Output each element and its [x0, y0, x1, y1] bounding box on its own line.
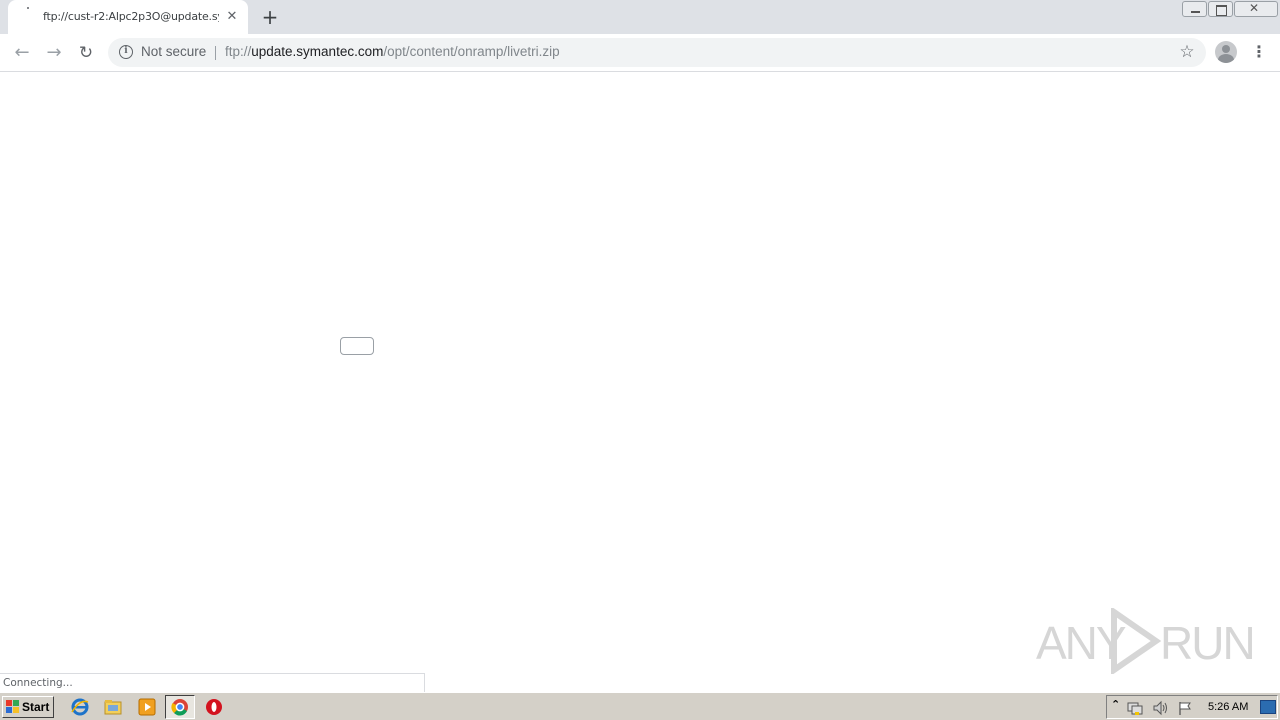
browser-tab[interactable]: ftp://cust-r2:Alpc2p3O@update.sym ✕ — [8, 0, 248, 34]
status-bubble: Connecting... — [0, 673, 425, 692]
media-player-icon[interactable] — [137, 697, 157, 717]
tray-expand-icon[interactable]: ⌃ — [1111, 698, 1120, 711]
page-content — [0, 72, 1280, 692]
action-center-flag-icon[interactable] — [1177, 700, 1193, 716]
show-desktop-button[interactable] — [1260, 700, 1276, 714]
back-button[interactable]: ← — [10, 41, 34, 65]
star-icon[interactable]: ☆ — [1176, 41, 1198, 63]
new-tab-button[interactable]: + — [258, 5, 282, 29]
start-label: Start — [22, 700, 50, 714]
kebab-menu-icon[interactable]: ⋮ — [1249, 41, 1269, 63]
file-explorer-icon[interactable] — [103, 697, 123, 717]
url-path: /opt/content/onramp/livetri.zip — [383, 44, 560, 59]
reload-button[interactable]: ↻ — [74, 41, 98, 65]
url-text[interactable]: ftp://update.symantec.com/opt/content/on… — [225, 44, 560, 59]
address-separator — [215, 46, 216, 60]
watermark-right-text: RUN — [1160, 617, 1256, 669]
security-status[interactable]: Not secure — [141, 44, 206, 59]
browser-toolbar: ← → ↻ i Not secure ftp://update.symantec… — [0, 34, 1280, 72]
start-button[interactable]: Start — [2, 696, 54, 718]
address-bar[interactable]: i Not secure ftp://update.symantec.com/o… — [108, 38, 1206, 67]
volume-icon[interactable] — [1152, 700, 1168, 716]
opera-icon[interactable] — [204, 697, 224, 717]
restore-button[interactable] — [1208, 1, 1233, 17]
url-scheme: ftp:// — [225, 44, 252, 59]
play-logo-icon — [1111, 608, 1162, 674]
system-clock[interactable]: 5:26 AM — [1208, 701, 1248, 713]
loading-dot-icon — [26, 6, 32, 12]
minimize-button[interactable] — [1182, 1, 1207, 17]
tab-title: ftp://cust-r2:Alpc2p3O@update.sym — [43, 10, 219, 23]
empty-frame-placeholder — [340, 337, 374, 355]
anyrun-watermark: ANY RUN — [1036, 606, 1256, 676]
chrome-icon — [171, 699, 188, 716]
close-window-button[interactable] — [1234, 1, 1278, 17]
profile-icon[interactable] — [1215, 41, 1237, 63]
internet-explorer-icon[interactable] — [70, 697, 90, 717]
system-tray: ⌃ 5:26 AM — [1106, 695, 1278, 719]
forward-button[interactable]: → — [42, 41, 66, 65]
windows-logo-icon — [6, 700, 20, 714]
url-host: update.symantec.com — [251, 44, 384, 59]
chrome-taskbar-button[interactable] — [165, 695, 195, 719]
tab-close-icon[interactable]: ✕ — [224, 9, 240, 25]
status-text: Connecting... — [3, 677, 73, 689]
windows-taskbar: Start ⌃ 5:26 AM — [0, 692, 1280, 720]
network-icon[interactable] — [1127, 700, 1143, 716]
tab-strip: ftp://cust-r2:Alpc2p3O@update.sym ✕ + — [0, 0, 1280, 34]
info-icon[interactable]: i — [119, 45, 133, 59]
